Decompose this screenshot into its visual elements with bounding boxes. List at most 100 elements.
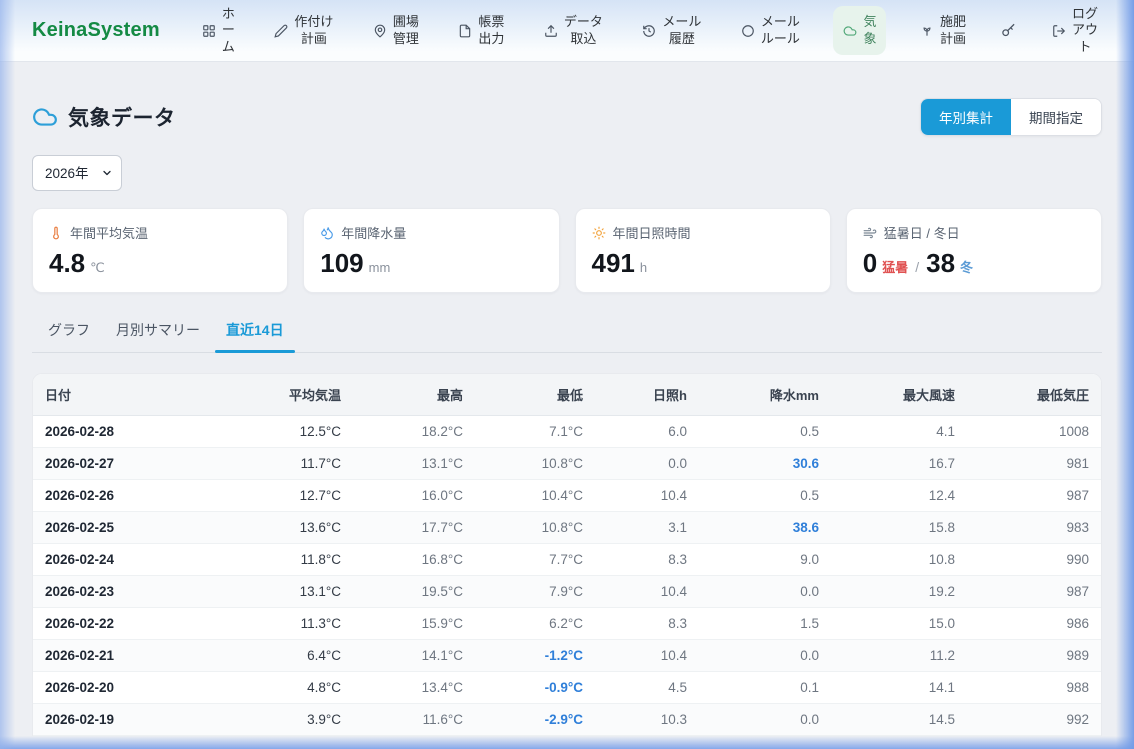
cell-value: 992 [969,704,1102,736]
map-pin-icon [373,24,387,38]
cell-date: 2026-02-20 [33,672,263,704]
cold-days-value: 38 [926,248,955,279]
cell-value: 18.2°C [355,416,477,448]
card-value: 491 [592,248,635,279]
main-content: 気象データ 年別集計 期間指定 2026年 年間平均気温 4.8℃ 年間降水量 … [0,98,1134,736]
tab-monthly-summary[interactable]: 月別サマリー [116,320,200,352]
nav-item-field-management[interactable]: 圃場 管理 [367,10,425,51]
nav-item-key[interactable] [999,19,1018,42]
cell-value: 0.1 [701,672,833,704]
droplets-icon [320,226,334,240]
tab-graph[interactable]: グラフ [48,320,90,352]
cell-value: 14.5 [833,704,969,736]
cell-value: 8.3 [597,544,701,576]
year-select-wrap: 2026年 [32,155,122,191]
nav-item-weather[interactable]: 気 象 [833,6,886,55]
cell-value: 4.1 [833,416,969,448]
weather-table: 日付 平均気温 最高 最低 日照h 降水mm 最大風速 最低気圧 2026-02… [33,374,1102,736]
cell-value: -2.9°C [477,704,597,736]
nav-item-data-import[interactable]: データ 取込 [538,10,609,51]
card-label: 猛暑日 / 冬日 [884,223,960,242]
separator: / [915,259,919,275]
nav-label-weather: 気 象 [863,14,876,47]
cell-value: 19.2 [833,576,969,608]
cell-value: 14.1 [833,672,969,704]
table-row: 2026-02-2812.5°C18.2°C7.1°C6.00.54.11008 [33,416,1102,448]
nav-item-report-output[interactable]: 帳票 出力 [452,10,510,51]
card-sunshine: 年間日照時間 491h [575,208,831,293]
cell-value: 11.2 [833,640,969,672]
cell-value: 13.4°C [355,672,477,704]
nav-item-mail-history[interactable]: メール 履歴 [636,10,707,51]
cloud-icon [843,24,857,38]
cell-value: 1008 [969,416,1102,448]
nav-item-mail-rules[interactable]: メール ルール [735,10,806,51]
nav-label-mail-history: メール 履歴 [662,14,701,47]
cell-value: 30.6 [701,448,833,480]
cell-value: 11.6°C [355,704,477,736]
cell-value: 987 [969,480,1102,512]
weather-table-card: 日付 平均気温 最高 最低 日照h 降水mm 最大風速 最低気圧 2026-02… [32,373,1102,736]
cell-value: 10.4 [597,640,701,672]
table-header-row: 日付 平均気温 最高 最低 日照h 降水mm 最大風速 最低気圧 [33,374,1102,416]
circle-icon [741,24,755,38]
nav-label-planting-plan: 作付け 計画 [294,14,333,47]
cell-value: 0.0 [597,448,701,480]
brand-logo[interactable]: KeinaSystem [32,19,160,42]
cell-value: 990 [969,544,1102,576]
nav-item-fertilizer-plan[interactable]: 施肥 計画 [914,10,972,51]
cell-value: 10.8°C [477,448,597,480]
cell-date: 2026-02-24 [33,544,263,576]
cell-value: 6.2°C [477,608,597,640]
table-row: 2026-02-2711.7°C13.1°C10.8°C0.030.616.79… [33,448,1102,480]
cell-value: 38.6 [701,512,833,544]
nav-item-home[interactable]: ホ ー ム [196,2,241,60]
logout-icon [1052,24,1066,38]
nav-item-logout[interactable]: ログ アウ ト [1046,2,1104,60]
cell-value: 1.5 [701,608,833,640]
cell-value: 10.8 [833,544,969,576]
nav-label-fertilizer-plan: 施肥 計画 [940,14,966,47]
table-row: 2026-02-216.4°C14.1°C-1.2°C10.40.011.298… [33,640,1102,672]
cell-value: 12.7°C [263,480,355,512]
cell-date: 2026-02-22 [33,608,263,640]
period-select-button[interactable]: 期間指定 [1011,99,1101,135]
card-label: 年間平均気温 [70,223,148,242]
page-title: 気象データ [68,102,176,132]
table-row: 2026-02-2411.8°C16.8°C7.7°C8.39.010.8990 [33,544,1102,576]
cell-value: 7.9°C [477,576,597,608]
cell-date: 2026-02-19 [33,704,263,736]
nav-label-report-output: 帳票 出力 [478,14,504,47]
cell-value: 10.8°C [477,512,597,544]
cell-value: 10.4 [597,480,701,512]
cell-value: 987 [969,576,1102,608]
pencil-icon [274,24,288,38]
cell-value: 986 [969,608,1102,640]
tab-recent-14-days[interactable]: 直近14日 [226,320,284,352]
nav-label-home: ホ ー ム [222,6,235,56]
cell-value: 6.0 [597,416,701,448]
cell-date: 2026-02-23 [33,576,263,608]
table-row: 2026-02-193.9°C11.6°C-2.9°C10.30.014.599… [33,704,1102,736]
cell-value: 11.7°C [263,448,355,480]
cell-value: 15.9°C [355,608,477,640]
cell-value: 7.1°C [477,416,597,448]
cell-value: 988 [969,672,1102,704]
cell-date: 2026-02-26 [33,480,263,512]
nav-item-planting-plan[interactable]: 作付け 計画 [268,10,339,51]
card-unit: mm [369,260,391,275]
cell-value: 13.1°C [355,448,477,480]
hot-days-tag: 猛暑 [882,257,908,276]
cell-value: 19.5°C [355,576,477,608]
cell-value: 12.5°C [263,416,355,448]
header-avg-temp: 平均気温 [263,374,355,416]
cell-value: -0.9°C [477,672,597,704]
header-sunshine: 日照h [597,374,701,416]
cell-value: 17.7°C [355,512,477,544]
cell-value: 0.0 [701,704,833,736]
header-min-temp: 最低 [477,374,597,416]
yearly-summary-button[interactable]: 年別集計 [921,99,1011,135]
stat-cards: 年間平均気温 4.8℃ 年間降水量 109mm 年間日照時間 491h 猛暑日 … [32,208,1102,293]
year-select[interactable]: 2026年 [32,155,122,191]
top-nav: KeinaSystem ホ ー ム 作付け 計画 圃場 管理 帳票 出力 データ… [0,0,1134,62]
